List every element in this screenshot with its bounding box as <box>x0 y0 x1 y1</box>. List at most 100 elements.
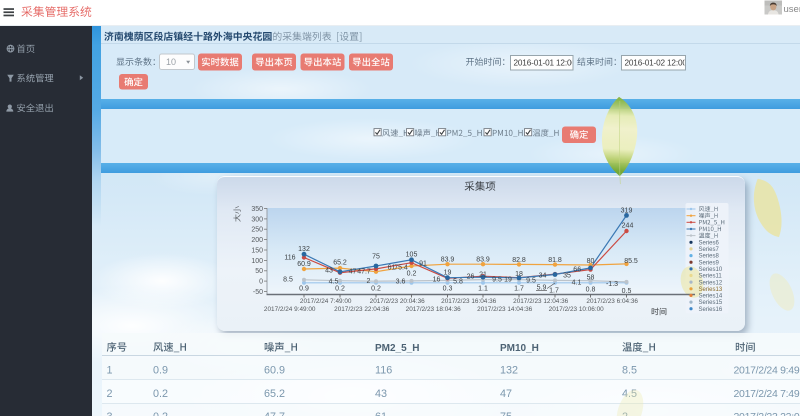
svg-text:0.2: 0.2 <box>407 271 417 278</box>
svg-text:user: user <box>784 4 800 15</box>
svg-text:PM10_H: PM10_H <box>500 343 539 354</box>
svg-text:Series8: Series8 <box>699 254 720 260</box>
svg-text:47.7: 47.7 <box>357 269 371 276</box>
svg-text:150: 150 <box>251 247 263 254</box>
svg-text:35: 35 <box>563 273 571 280</box>
svg-text:0.9: 0.9 <box>299 286 309 293</box>
svg-text:47: 47 <box>349 269 357 276</box>
svg-text:65.2: 65.2 <box>264 388 285 400</box>
svg-text:PM2_5_H: PM2_5_H <box>375 343 419 354</box>
svg-text:100: 100 <box>251 258 263 265</box>
svg-text:200: 200 <box>251 237 263 244</box>
svg-text:Series16: Series16 <box>699 307 723 313</box>
svg-text:75: 75 <box>500 411 512 416</box>
svg-text:80: 80 <box>587 258 595 265</box>
svg-text:Series6: Series6 <box>699 240 720 246</box>
svg-text:2017/2/23 12:04:36: 2017/2/23 12:04:36 <box>513 298 569 305</box>
svg-text:65.2: 65.2 <box>333 260 347 267</box>
svg-text:2017/2/24 9:49:00: 2017/2/24 9:49:00 <box>264 306 316 313</box>
svg-text:1.1: 1.1 <box>478 286 488 293</box>
svg-text:60.9: 60.9 <box>297 261 311 268</box>
svg-text:8.5: 8.5 <box>283 277 293 284</box>
svg-text:Series12: Series12 <box>699 280 723 286</box>
svg-text:0.3: 0.3 <box>443 286 453 293</box>
svg-text:43: 43 <box>325 268 333 275</box>
svg-text:2017/2/23 6:04:36: 2017/2/23 6:04:36 <box>586 298 638 305</box>
svg-text:2016-01-01 12:00: 2016-01-01 12:00 <box>514 58 577 67</box>
svg-text:116: 116 <box>375 365 392 377</box>
svg-text:3.6: 3.6 <box>396 279 406 286</box>
svg-text:60.9: 60.9 <box>264 365 285 377</box>
svg-text:0.9: 0.9 <box>153 365 168 377</box>
svg-text:83.9: 83.9 <box>441 257 455 264</box>
svg-text:Series15: Series15 <box>699 300 723 306</box>
svg-text:66: 66 <box>573 267 581 274</box>
svg-text:9.5: 9.5 <box>526 278 536 285</box>
svg-text:58: 58 <box>587 275 595 282</box>
svg-text:2017/2/23 22:04:36: 2017/2/23 22:04:36 <box>334 306 390 313</box>
svg-text:0.2: 0.2 <box>153 388 168 400</box>
svg-text:244: 244 <box>622 223 634 230</box>
svg-text:132: 132 <box>500 365 518 377</box>
svg-text:2: 2 <box>367 278 371 285</box>
svg-text:2017/2/23 18:04:36: 2017/2/23 18:04:36 <box>406 306 462 313</box>
svg-text:300: 300 <box>251 216 263 223</box>
svg-text:5.8: 5.8 <box>453 279 463 286</box>
svg-text:91: 91 <box>419 261 427 268</box>
svg-text:1: 1 <box>107 365 113 377</box>
svg-text:105: 105 <box>406 252 418 259</box>
svg-text:2: 2 <box>107 388 113 400</box>
svg-text:8.5: 8.5 <box>622 365 637 377</box>
svg-text:1.7: 1.7 <box>514 286 524 293</box>
svg-text:47: 47 <box>500 388 512 400</box>
svg-text:0.2: 0.2 <box>371 286 381 293</box>
svg-text:16: 16 <box>433 277 441 284</box>
svg-text:0.2: 0.2 <box>153 411 168 416</box>
svg-text:9.5: 9.5 <box>492 277 502 284</box>
svg-text:Series14: Series14 <box>699 294 723 300</box>
svg-text:21: 21 <box>479 272 487 279</box>
svg-text:250: 250 <box>251 227 263 234</box>
svg-text:83.9: 83.9 <box>476 257 490 264</box>
svg-text:1.7: 1.7 <box>549 288 559 295</box>
svg-text:19: 19 <box>444 270 452 277</box>
svg-text:-1.3: -1.3 <box>606 281 618 288</box>
svg-text:4.5: 4.5 <box>329 279 339 286</box>
svg-text:2017/2/24 7:49:00: 2017/2/24 7:49:00 <box>300 298 352 305</box>
svg-text:85.5: 85.5 <box>624 258 638 265</box>
svg-text:0.2: 0.2 <box>335 286 345 293</box>
svg-text:3: 3 <box>107 411 113 416</box>
svg-text:Series13: Series13 <box>699 287 723 293</box>
svg-text:43: 43 <box>375 388 387 400</box>
svg-text:0.8: 0.8 <box>586 287 596 294</box>
svg-text:-50: -50 <box>253 289 263 296</box>
svg-text:4.1: 4.1 <box>572 280 582 287</box>
svg-text:75: 75 <box>372 254 380 261</box>
svg-text:81.8: 81.8 <box>548 257 562 264</box>
svg-text:10: 10 <box>166 57 176 67</box>
svg-text:350: 350 <box>251 206 263 213</box>
svg-text:50: 50 <box>255 268 263 275</box>
svg-text:Series10: Series10 <box>699 267 723 273</box>
svg-text:26: 26 <box>467 274 475 281</box>
svg-text:Series7: Series7 <box>699 247 720 253</box>
svg-text:47.7: 47.7 <box>264 411 285 416</box>
svg-text:2017/2/23 10:06:00: 2017/2/23 10:06:00 <box>549 306 605 313</box>
svg-text:2017/2/24 9:49:0: 2017/2/24 9:49:0 <box>734 365 800 377</box>
svg-text:Series11: Series11 <box>699 274 723 280</box>
svg-text:2017/2/23 20:04:36: 2017/2/23 20:04:36 <box>370 298 426 305</box>
svg-text:2017/2/23 14:04:36: 2017/2/23 14:04:36 <box>477 306 533 313</box>
svg-text:18: 18 <box>515 271 523 278</box>
svg-text:116: 116 <box>284 255 295 262</box>
svg-text:2016-01-02 12:00: 2016-01-02 12:00 <box>625 58 688 67</box>
svg-text:2017/2/24 7:49:0: 2017/2/24 7:49:0 <box>734 388 800 400</box>
svg-text:34: 34 <box>539 273 547 280</box>
svg-text:132: 132 <box>298 246 310 253</box>
svg-text:2017/2/23 22:04:: 2017/2/23 22:04: <box>734 411 800 416</box>
svg-text:61: 61 <box>375 411 387 416</box>
svg-text:0: 0 <box>259 279 263 286</box>
svg-text:2017/2/23 16:04:36: 2017/2/23 16:04:36 <box>441 298 497 305</box>
svg-text:19: 19 <box>504 277 512 284</box>
svg-text:82.8: 82.8 <box>512 257 526 264</box>
svg-text:0.5: 0.5 <box>622 288 632 295</box>
